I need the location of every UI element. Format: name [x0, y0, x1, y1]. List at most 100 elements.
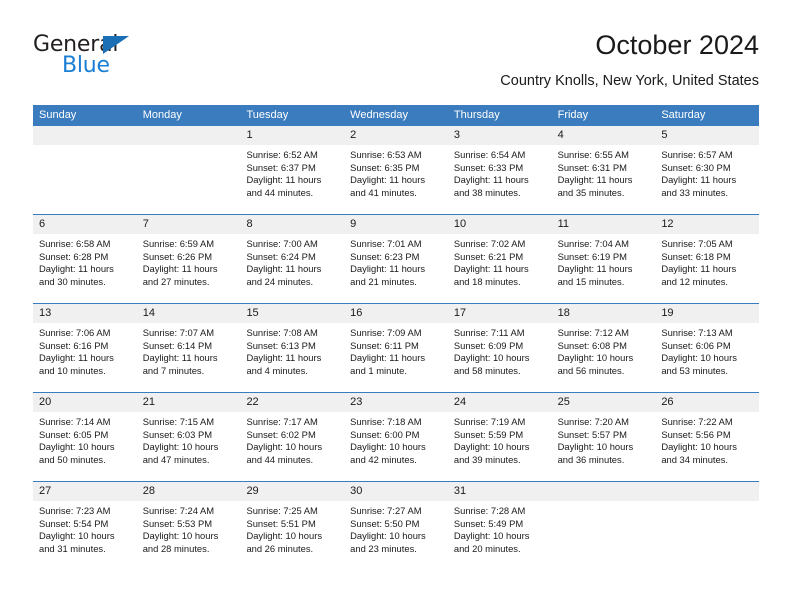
- day-info: Sunrise: 7:05 AM Sunset: 6:18 PM Dayligh…: [655, 234, 759, 288]
- day-number: 24: [447, 393, 552, 412]
- day-info: Sunrise: 7:06 AM Sunset: 6:16 PM Dayligh…: [33, 323, 137, 377]
- day-cell[interactable]: 3 Sunrise: 6:54 AM Sunset: 6:33 PM Dayli…: [447, 126, 552, 214]
- daylight-text-line1: Daylight: 10 hours: [39, 530, 115, 542]
- sunset-text: Sunset: 6:23 PM: [350, 250, 420, 262]
- daylight-text-line1: Daylight: 11 hours: [142, 352, 218, 364]
- day-cell[interactable]: 26 Sunrise: 7:22 AM Sunset: 5:56 PM Dayl…: [655, 393, 760, 481]
- day-cell[interactable]: 6 Sunrise: 6:58 AM Sunset: 6:28 PM Dayli…: [33, 215, 137, 303]
- day-info: Sunrise: 7:15 AM Sunset: 6:03 PM Dayligh…: [137, 412, 241, 466]
- day-cell[interactable]: 16 Sunrise: 7:09 AM Sunset: 6:11 PM Dayl…: [344, 304, 448, 392]
- logo-triangle-icon: [103, 36, 129, 54]
- daylight-text-line1: Daylight: 11 hours: [246, 263, 322, 275]
- calendar-week-row: 20 Sunrise: 7:14 AM Sunset: 6:05 PM Dayl…: [33, 392, 760, 481]
- sunrise-text: Sunrise: 6:58 AM: [39, 238, 111, 249]
- day-cell[interactable]: [136, 126, 241, 214]
- sunrise-text: Sunrise: 7:09 AM: [350, 327, 422, 338]
- day-number: 29: [240, 482, 345, 501]
- day-info: Sunrise: 7:08 AM Sunset: 6:13 PM Dayligh…: [240, 323, 344, 377]
- day-cell[interactable]: 25 Sunrise: 7:20 AM Sunset: 5:57 PM Dayl…: [551, 393, 656, 481]
- sunset-text: Sunset: 6:05 PM: [39, 428, 109, 440]
- daylight-text-line2: and 44 minutes.: [246, 453, 314, 465]
- sunset-text: Sunset: 6:37 PM: [246, 161, 316, 173]
- day-cell[interactable]: 10 Sunrise: 7:02 AM Sunset: 6:21 PM Dayl…: [447, 215, 552, 303]
- daylight-text-line2: and 31 minutes.: [39, 542, 106, 554]
- daylight-text-line2: and 53 minutes.: [661, 364, 729, 376]
- day-info: Sunrise: 7:27 AM Sunset: 5:50 PM Dayligh…: [344, 501, 448, 555]
- day-cell[interactable]: 23 Sunrise: 7:18 AM Sunset: 6:00 PM Dayl…: [344, 393, 448, 481]
- day-info: Sunrise: 6:55 AM Sunset: 6:31 PM Dayligh…: [552, 145, 656, 199]
- sunrise-text: Sunrise: 7:22 AM: [661, 416, 733, 427]
- sunset-text: Sunset: 6:03 PM: [142, 428, 213, 440]
- day-cell[interactable]: 15 Sunrise: 7:08 AM Sunset: 6:13 PM Dayl…: [240, 304, 345, 392]
- day-number: 5: [655, 126, 760, 145]
- calendar-page: General Blue October 2024 Country Knolls…: [0, 0, 792, 612]
- day-cell[interactable]: 20 Sunrise: 7:14 AM Sunset: 6:05 PM Dayl…: [33, 393, 137, 481]
- day-info: Sunrise: 6:52 AM Sunset: 6:37 PM Dayligh…: [240, 145, 344, 199]
- day-cell[interactable]: [551, 482, 656, 570]
- day-number: 26: [655, 393, 760, 412]
- day-number: 2: [344, 126, 448, 145]
- day-cell[interactable]: 8 Sunrise: 7:00 AM Sunset: 6:24 PM Dayli…: [240, 215, 345, 303]
- day-cell[interactable]: 2 Sunrise: 6:53 AM Sunset: 6:35 PM Dayli…: [344, 126, 448, 214]
- day-info: [552, 501, 656, 505]
- day-cell[interactable]: 12 Sunrise: 7:05 AM Sunset: 6:18 PM Dayl…: [655, 215, 760, 303]
- day-info: Sunrise: 7:28 AM Sunset: 5:49 PM Dayligh…: [448, 501, 552, 555]
- daylight-text-line1: Daylight: 10 hours: [661, 352, 737, 364]
- daylight-text-line1: Daylight: 11 hours: [246, 174, 322, 186]
- day-cell[interactable]: 7 Sunrise: 6:59 AM Sunset: 6:26 PM Dayli…: [136, 215, 241, 303]
- day-cell[interactable]: 19 Sunrise: 7:13 AM Sunset: 6:06 PM Dayl…: [655, 304, 760, 392]
- day-cell[interactable]: 29 Sunrise: 7:25 AM Sunset: 5:51 PM Dayl…: [240, 482, 345, 570]
- day-number: 15: [240, 304, 345, 323]
- daylight-text-line1: Daylight: 10 hours: [453, 530, 530, 542]
- day-number: 10: [447, 215, 552, 234]
- day-info: Sunrise: 7:18 AM Sunset: 6:00 PM Dayligh…: [344, 412, 448, 466]
- day-number: 11: [551, 215, 656, 234]
- day-cell[interactable]: 22 Sunrise: 7:17 AM Sunset: 6:02 PM Dayl…: [240, 393, 345, 481]
- day-cell[interactable]: 17 Sunrise: 7:11 AM Sunset: 6:09 PM Dayl…: [447, 304, 552, 392]
- day-cell[interactable]: 27 Sunrise: 7:23 AM Sunset: 5:54 PM Dayl…: [33, 482, 137, 570]
- day-cell[interactable]: 14 Sunrise: 7:07 AM Sunset: 6:14 PM Dayl…: [136, 304, 241, 392]
- daylight-text-line1: Daylight: 11 hours: [557, 174, 633, 186]
- day-cell[interactable]: 21 Sunrise: 7:15 AM Sunset: 6:03 PM Dayl…: [136, 393, 241, 481]
- day-info: Sunrise: 7:17 AM Sunset: 6:02 PM Dayligh…: [240, 412, 344, 466]
- sunset-text: Sunset: 6:09 PM: [453, 339, 524, 351]
- day-cell[interactable]: 31 Sunrise: 7:28 AM Sunset: 5:49 PM Dayl…: [447, 482, 552, 570]
- page-header: General Blue October 2024 Country Knolls…: [33, 28, 759, 98]
- daylight-text-line2: and 7 minutes.: [142, 364, 205, 376]
- sunrise-text: Sunrise: 7:20 AM: [557, 416, 629, 427]
- day-cell[interactable]: [33, 126, 137, 214]
- sunrise-text: Sunrise: 6:54 AM: [453, 149, 526, 160]
- day-cell[interactable]: 5 Sunrise: 6:57 AM Sunset: 6:30 PM Dayli…: [655, 126, 760, 214]
- day-number: 14: [136, 304, 241, 323]
- day-info: Sunrise: 7:20 AM Sunset: 5:57 PM Dayligh…: [552, 412, 656, 466]
- day-cell[interactable]: 11 Sunrise: 7:04 AM Sunset: 6:19 PM Dayl…: [551, 215, 656, 303]
- day-cell[interactable]: 28 Sunrise: 7:24 AM Sunset: 5:53 PM Dayl…: [136, 482, 241, 570]
- sunrise-text: Sunrise: 7:02 AM: [453, 238, 526, 249]
- day-info: Sunrise: 7:19 AM Sunset: 5:59 PM Dayligh…: [448, 412, 552, 466]
- page-title: October 2024: [595, 30, 759, 60]
- sunrise-text: Sunrise: 6:59 AM: [142, 238, 215, 249]
- day-number: 18: [551, 304, 656, 323]
- day-cell[interactable]: 30 Sunrise: 7:27 AM Sunset: 5:50 PM Dayl…: [344, 482, 448, 570]
- daylight-text-line1: Daylight: 10 hours: [246, 530, 323, 542]
- sunrise-text: Sunrise: 6:53 AM: [350, 149, 422, 160]
- day-cell[interactable]: 24 Sunrise: 7:19 AM Sunset: 5:59 PM Dayl…: [447, 393, 552, 481]
- sunrise-text: Sunrise: 7:07 AM: [142, 327, 215, 338]
- day-info: [137, 145, 241, 149]
- day-cell[interactable]: 13 Sunrise: 7:06 AM Sunset: 6:16 PM Dayl…: [33, 304, 137, 392]
- day-cell[interactable]: 18 Sunrise: 7:12 AM Sunset: 6:08 PM Dayl…: [551, 304, 656, 392]
- day-cell[interactable]: [655, 482, 760, 570]
- daylight-text-line2: and 50 minutes.: [39, 453, 106, 465]
- day-cell[interactable]: 1 Sunrise: 6:52 AM Sunset: 6:37 PM Dayli…: [240, 126, 345, 214]
- day-cell[interactable]: 4 Sunrise: 6:55 AM Sunset: 6:31 PM Dayli…: [551, 126, 656, 214]
- daylight-text-line1: Daylight: 10 hours: [557, 441, 634, 453]
- sunrise-text: Sunrise: 7:12 AM: [557, 327, 629, 338]
- day-cell[interactable]: 9 Sunrise: 7:01 AM Sunset: 6:23 PM Dayli…: [344, 215, 448, 303]
- daylight-text-line1: Daylight: 10 hours: [453, 352, 530, 364]
- daylight-text-line2: and 36 minutes.: [557, 453, 625, 465]
- daylight-text-line1: Daylight: 10 hours: [246, 441, 323, 453]
- day-info: Sunrise: 7:13 AM Sunset: 6:06 PM Dayligh…: [655, 323, 759, 377]
- day-number: [33, 126, 137, 145]
- day-number: 20: [33, 393, 137, 412]
- page-subtitle: Country Knolls, New York, United States: [500, 73, 759, 89]
